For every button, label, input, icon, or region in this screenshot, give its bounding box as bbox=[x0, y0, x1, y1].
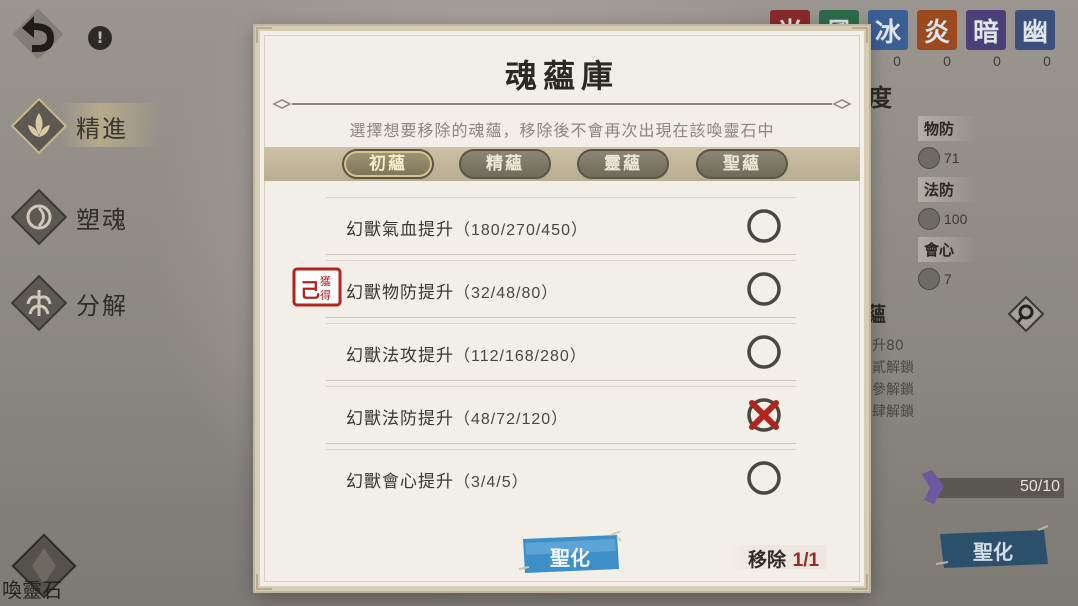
nav-item-label: 塑魂 bbox=[76, 205, 128, 234]
nav-item-label: 分解 bbox=[76, 291, 128, 320]
tab-basic[interactable]: 初蘊 bbox=[342, 149, 434, 179]
element-count: 0 bbox=[993, 53, 1001, 69]
stat-title: 法防 bbox=[918, 177, 979, 202]
element-ghost[interactable]: 幽 bbox=[1015, 10, 1055, 50]
remove-count: 1/1 bbox=[792, 550, 820, 571]
element-count: 0 bbox=[943, 53, 951, 69]
item-name: 幻獸法攻提升 bbox=[346, 346, 454, 366]
corner-ornament bbox=[852, 574, 868, 590]
dialog-subtitle: 選擇想要移除的魂蘊，移除後不會再次出現在該喚靈石中 bbox=[349, 121, 775, 140]
leaf-emblem-icon bbox=[10, 274, 68, 332]
nav-item-refine[interactable]: 精進 bbox=[8, 95, 128, 157]
unlock-line: 貳解鎖 bbox=[872, 360, 914, 376]
magnifier-icon[interactable] bbox=[1006, 294, 1046, 334]
nav-item-reshape[interactable]: 塑魂 bbox=[8, 186, 128, 248]
button-label: 聖化 bbox=[973, 540, 1013, 564]
corner-ornament bbox=[852, 27, 868, 43]
svg-text:得: 得 bbox=[320, 289, 331, 302]
corner-ornament bbox=[256, 27, 272, 43]
list-item[interactable]: 幻獸法攻提升（112/168/280） bbox=[326, 323, 796, 381]
summon-stone-label: 喚靈石 bbox=[2, 578, 62, 602]
stat-crit: 會心 7 bbox=[918, 237, 979, 290]
bg-sanctify-button: 聖化 bbox=[934, 524, 1052, 574]
remove-x-icon[interactable] bbox=[744, 395, 784, 435]
element-count: 0 bbox=[1043, 53, 1051, 69]
shield-icon bbox=[918, 147, 940, 169]
item-name: 幻獸法防提升 bbox=[346, 409, 454, 429]
stat-value: 71 bbox=[944, 150, 960, 166]
unlock-line: 參解鎖 bbox=[872, 382, 914, 398]
select-circle-icon[interactable] bbox=[744, 332, 784, 372]
svg-text:己: 己 bbox=[300, 278, 320, 302]
corner-ornament bbox=[256, 574, 272, 590]
item-values: （112/168/280） bbox=[454, 348, 587, 365]
nav-item-label: 精進 bbox=[76, 114, 128, 143]
list-item[interactable]: 幻獸法防提升（48/72/120） bbox=[326, 386, 796, 444]
bg-heading-fragment: 度 bbox=[868, 83, 892, 112]
tab-bar: 初蘊 精蘊 靈蘊 聖蘊 bbox=[264, 147, 860, 181]
element-fire[interactable]: 炎 bbox=[917, 10, 957, 50]
stat-pdef: 物防 71 bbox=[918, 116, 979, 169]
stat-value: 100 bbox=[944, 211, 968, 227]
item-values: （180/270/450） bbox=[454, 222, 588, 239]
stat-title: 物防 bbox=[918, 116, 979, 141]
list-item[interactable]: 幻獸會心提升（3/4/5） bbox=[326, 449, 796, 506]
obtained-seal-icon: 己 獲 得 bbox=[292, 267, 342, 307]
item-values: （48/72/120） bbox=[454, 411, 569, 428]
unlock-list: 升80 貳解鎖 參解鎖 肆解鎖 bbox=[872, 335, 914, 423]
select-circle-icon[interactable] bbox=[744, 458, 784, 498]
back-arrow-icon[interactable] bbox=[12, 8, 64, 60]
item-name: 幻獸會心提升 bbox=[346, 472, 454, 492]
sanctify-button[interactable]: 聖化 bbox=[517, 530, 623, 579]
material-progress: 50/10 bbox=[918, 468, 1068, 508]
soul-emblem-icon bbox=[10, 188, 68, 246]
item-values: （32/48/80） bbox=[454, 285, 559, 302]
element-count: 0 bbox=[893, 53, 901, 69]
svg-text:獲: 獲 bbox=[320, 275, 331, 288]
remove-counter: 移除 1/1 bbox=[728, 545, 828, 571]
progress-text: 50/10 bbox=[1019, 478, 1060, 495]
list-item[interactable]: 幻獸物防提升（32/48/80） bbox=[326, 260, 796, 318]
dialog-title: 魂蘊庫 bbox=[504, 57, 619, 95]
list-item[interactable]: 幻獸氣血提升（180/270/450） bbox=[326, 197, 796, 255]
tab-refined[interactable]: 精蘊 bbox=[459, 149, 551, 179]
nav-item-decompose[interactable]: 分解 bbox=[8, 272, 128, 334]
soul-list[interactable]: 幻獸氣血提升（180/270/450） 幻獸物防提升（32/48/80） 幻獸法… bbox=[290, 181, 846, 506]
soul-library-dialog: 魂蘊庫 選擇想要移除的魂蘊，移除後不會再次出現在該喚靈石中 初蘊 精蘊 靈蘊 聖… bbox=[255, 26, 869, 591]
button-label: 聖化 bbox=[550, 546, 590, 570]
tab-spirit[interactable]: 靈蘊 bbox=[577, 149, 669, 179]
remove-label: 移除 bbox=[748, 549, 787, 571]
select-circle-icon[interactable] bbox=[744, 206, 784, 246]
element-ice[interactable]: 冰 bbox=[868, 10, 908, 50]
stat-mdef: 法防 100 bbox=[918, 177, 979, 230]
title-divider bbox=[272, 99, 852, 109]
lotus-emblem-icon bbox=[10, 97, 68, 155]
item-values: （3/4/5） bbox=[454, 474, 529, 491]
item-name: 幻獸物防提升 bbox=[346, 283, 454, 303]
unlock-line: 升80 bbox=[872, 338, 904, 354]
item-name: 幻獸氣血提升 bbox=[346, 220, 454, 240]
select-circle-icon[interactable] bbox=[744, 269, 784, 309]
element-dark[interactable]: 暗 bbox=[966, 10, 1006, 50]
stat-title: 會心 bbox=[918, 237, 979, 262]
unlock-line: 肆解鎖 bbox=[872, 404, 914, 420]
notice-icon[interactable]: ! bbox=[88, 26, 112, 50]
tab-holy[interactable]: 聖蘊 bbox=[696, 149, 788, 179]
stat-value: 7 bbox=[944, 271, 952, 287]
crit-icon bbox=[918, 268, 940, 290]
bg-section-fragment: 蘊 bbox=[866, 302, 886, 326]
magic-icon bbox=[918, 208, 940, 230]
